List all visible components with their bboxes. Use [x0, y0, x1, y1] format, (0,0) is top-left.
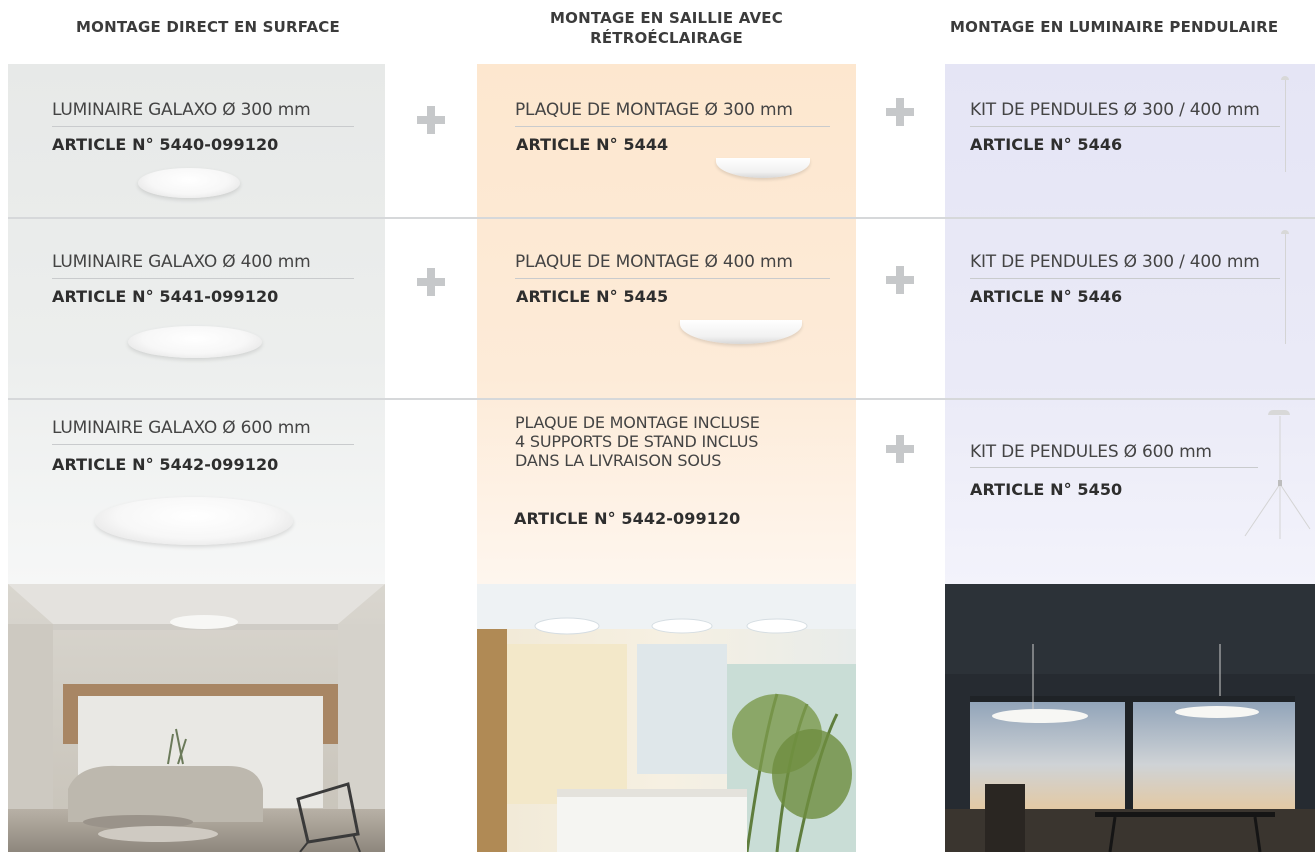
product-title: KIT DE PENDULES Ø 300 / 400 mm [970, 252, 1260, 272]
plus-icon [417, 268, 445, 296]
title-line: PLAQUE DE MONTAGE INCLUSE [515, 413, 760, 432]
luminaire-400-image [128, 326, 262, 358]
article-number: ARTICLE N° 5440-099120 [52, 135, 279, 154]
title-underline [52, 444, 354, 445]
pendant-wires-icon [1244, 416, 1311, 539]
column-header-backlit: MONTAGE EN SAILLIE AVEC RÉTROÉCLAIRAGE [477, 8, 856, 48]
title-underline [515, 278, 830, 279]
product-title: LUMINAIRE GALAXO Ø 400 mm [52, 252, 311, 272]
product-title: PLAQUE DE MONTAGE Ø 400 mm [515, 252, 793, 272]
product-title: LUMINAIRE GALAXO Ø 600 mm [52, 418, 311, 438]
plus-icon [886, 435, 914, 463]
product-title: PLAQUE DE MONTAGE Ø 300 mm [515, 100, 793, 120]
pendant-wire [1285, 234, 1286, 344]
title-underline [52, 126, 354, 127]
title-underline [970, 467, 1258, 468]
article-number: ARTICLE N° 5442-099120 [52, 455, 279, 474]
product-title: KIT DE PENDULES Ø 300 / 400 mm [970, 100, 1260, 120]
column-header-pendant: MONTAGE EN LUMINAIRE PENDULAIRE [950, 18, 1279, 36]
plus-icon [886, 266, 914, 294]
luminaire-600-image [95, 497, 293, 545]
title-line: DANS LA LIVRAISON SOUS [515, 451, 722, 470]
row-divider [8, 217, 1315, 219]
article-number: ARTICLE N° 5441-099120 [52, 287, 279, 306]
row-divider [8, 398, 1315, 400]
backlit-room-photo [477, 584, 856, 852]
plus-icon [886, 98, 914, 126]
column-header-backlit-line2: RÉTROÉCLAIRAGE [590, 29, 743, 47]
product-title: LUMINAIRE GALAXO Ø 300 mm [52, 100, 311, 120]
article-number: ARTICLE N° 5444 [516, 135, 669, 154]
article-number: ARTICLE N° 5445 [516, 287, 669, 306]
product-title-multiline: PLAQUE DE MONTAGE INCLUSE 4 SUPPORTS DE … [515, 413, 855, 470]
column-header-surface: MONTAGE DIRECT EN SURFACE [76, 18, 340, 36]
article-number: ARTICLE N° 5446 [970, 287, 1123, 306]
article-number: ARTICLE N° 5450 [970, 480, 1123, 499]
luminaire-300-image [138, 168, 240, 198]
pendant-wire [1285, 80, 1286, 172]
title-underline [515, 126, 830, 127]
title-underline [52, 278, 354, 279]
title-underline [970, 278, 1280, 279]
article-number: ARTICLE N° 5446 [970, 135, 1123, 154]
column-header-backlit-line1: MONTAGE EN SAILLIE AVEC [550, 9, 783, 27]
pendant-room-photo [945, 584, 1315, 852]
product-title: KIT DE PENDULES Ø 600 mm [970, 442, 1212, 462]
title-underline [970, 126, 1280, 127]
article-number: ARTICLE N° 5442-099120 [514, 509, 741, 528]
living-room-photo [8, 584, 385, 852]
plus-icon [417, 106, 445, 134]
title-line: 4 SUPPORTS DE STAND INCLUS [515, 432, 759, 451]
